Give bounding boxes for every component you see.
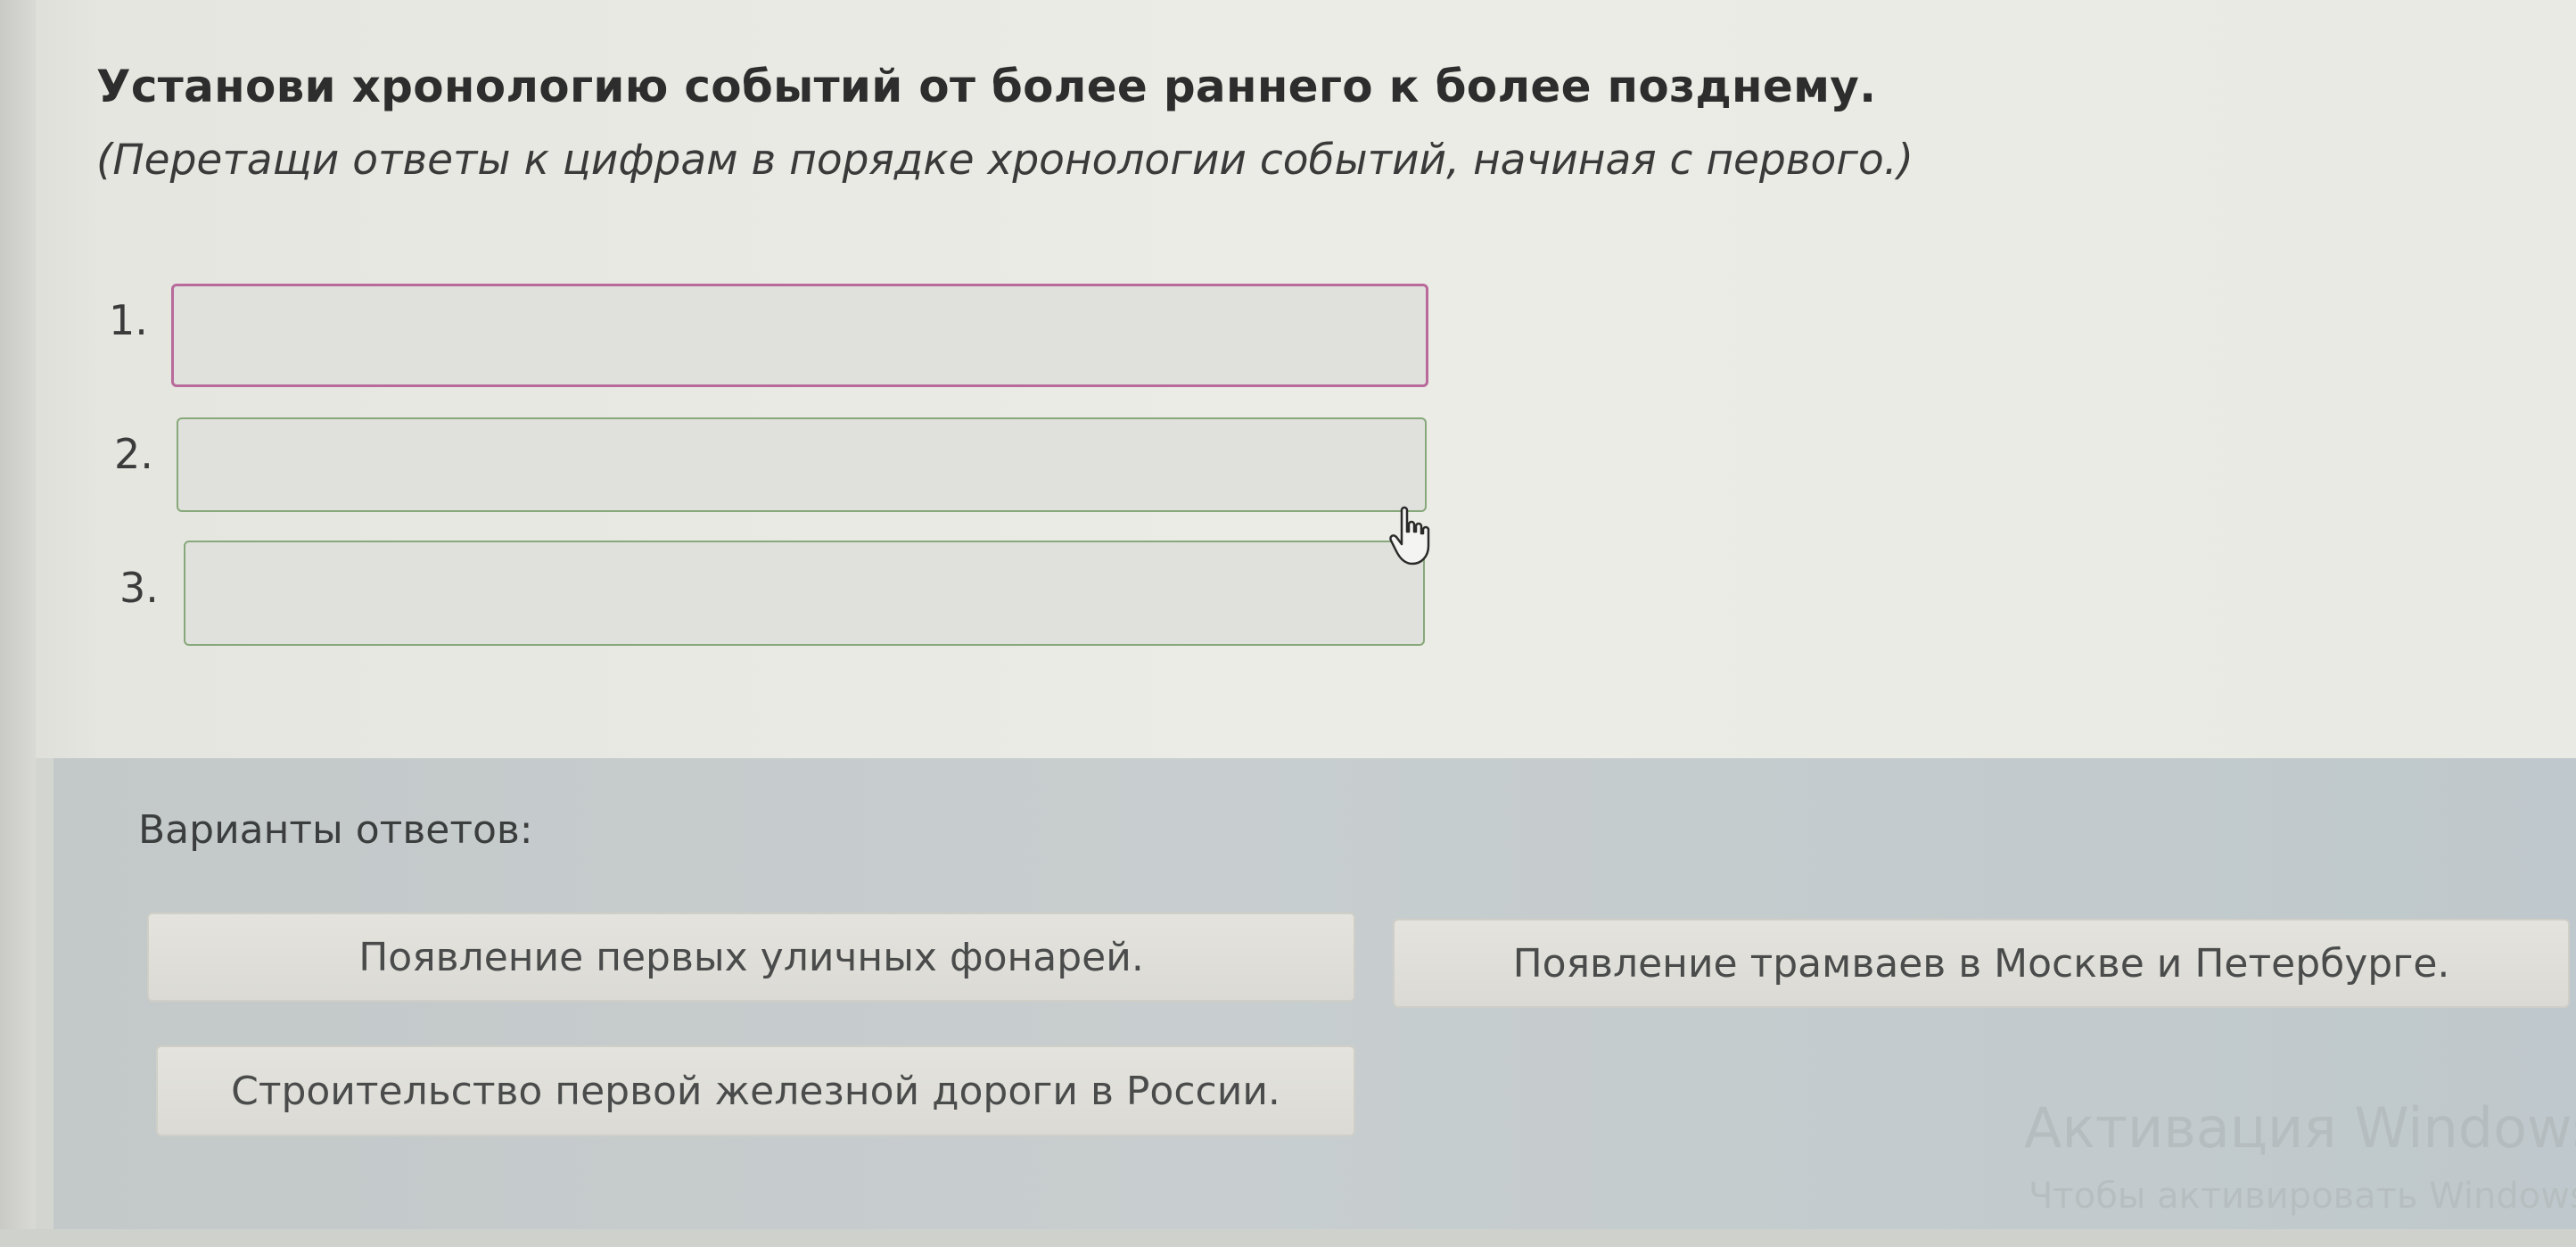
slot-number-1: 1. [109, 296, 148, 344]
answer-option-1[interactable]: Появление первых уличных фонарей. [147, 913, 1355, 1002]
answer-option-3[interactable]: Строительство первой железной дороги в Р… [156, 1045, 1355, 1136]
answer-option-2[interactable]: Появление трамваев в Москве и Петербурге… [1393, 919, 2570, 1008]
answer-option-1-text: Появление первых уличных фонарей. [358, 934, 1144, 980]
windows-activation-subtext: Чтобы активировать Windows [2029, 1176, 2576, 1217]
drop-slot-1[interactable] [171, 284, 1428, 387]
question-hint: (Перетащи ответы к цифрам в порядке хрон… [96, 136, 1913, 185]
slot-number-3: 3. [119, 564, 159, 612]
answer-option-2-text: Появление трамваев в Москве и Петербурге… [1512, 940, 2450, 987]
drop-slot-3[interactable] [184, 541, 1425, 646]
drop-slot-2[interactable] [177, 417, 1427, 512]
question-title: Установи хронологию событий от более ран… [96, 61, 1877, 112]
answer-option-3-text: Строительство первой железной дороги в Р… [231, 1068, 1280, 1114]
answers-panel-bottom [0, 1229, 2576, 1247]
answers-label: Варианты ответов: [138, 807, 533, 853]
windows-activation-watermark: Активация Windows [2024, 1095, 2576, 1160]
slot-number-2: 2. [114, 430, 153, 478]
hand-pointer-icon [1389, 506, 1430, 566]
screen-edge [0, 0, 36, 1247]
